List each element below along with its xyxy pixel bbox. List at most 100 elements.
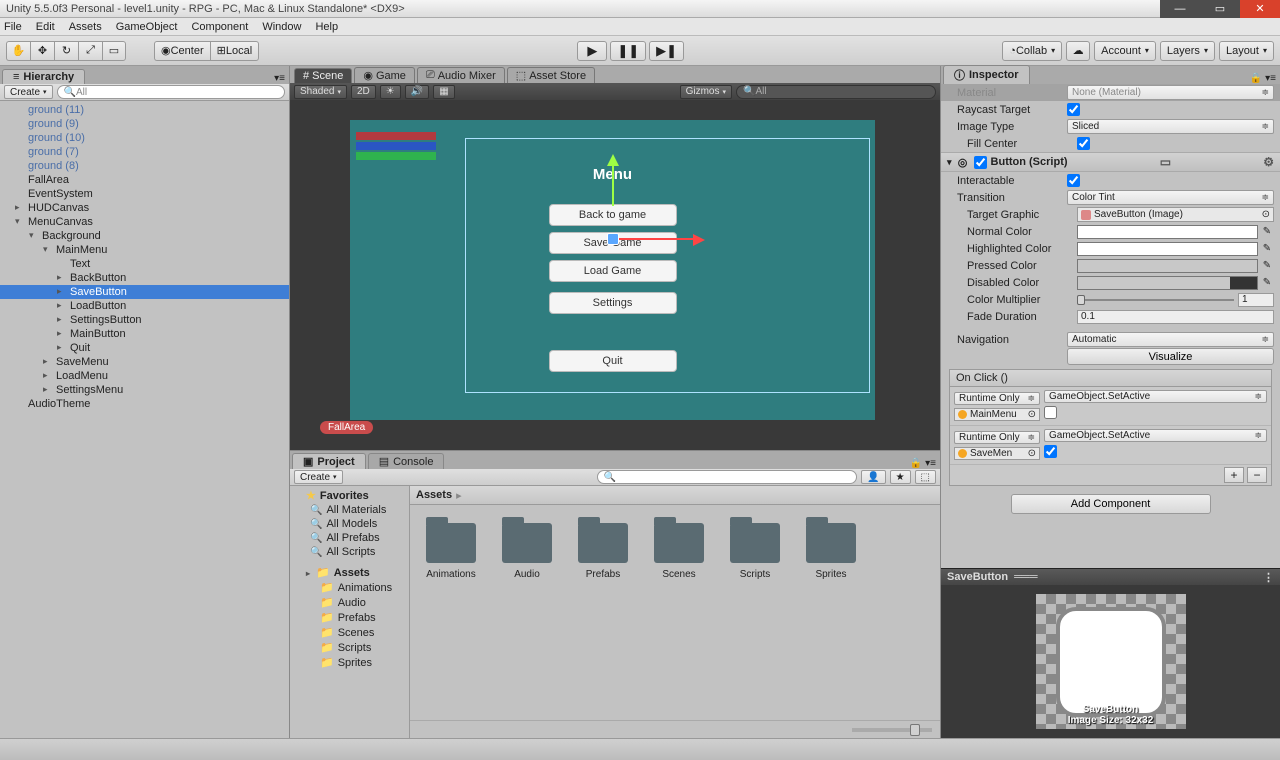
scale-tool[interactable]: ⤢ <box>78 41 102 61</box>
gizmo-y-axis[interactable] <box>612 166 614 206</box>
navigation-select[interactable]: Automatic <box>1067 332 1274 347</box>
assets-tree-item[interactable]: 📁Scenes <box>290 625 409 640</box>
assets-breadcrumb[interactable]: Assets ▸ <box>410 486 940 505</box>
hierarchy-item[interactable]: SaveButton <box>0 285 289 299</box>
tab-audio-mixer[interactable]: ⎚ Audio Mixer <box>417 67 505 83</box>
hierarchy-item[interactable]: Background <box>0 229 289 243</box>
play-button[interactable]: ▶ <box>577 41 607 61</box>
tab-asset-store[interactable]: ⬚ Asset Store <box>507 67 595 83</box>
mode-2d-toggle[interactable]: 2D <box>351 85 376 99</box>
menu-edit[interactable]: Edit <box>36 21 55 33</box>
hierarchy-create[interactable]: Create <box>4 85 53 99</box>
panel-menu-icon[interactable]: 🔒 ▾≡ <box>910 458 936 469</box>
search-filter-1[interactable]: 👤 <box>861 470 885 484</box>
onclick-remove-button[interactable]: − <box>1247 467 1267 483</box>
hierarchy-item[interactable]: MainMenu <box>0 243 289 257</box>
pressed-color-field[interactable] <box>1077 259 1258 273</box>
transition-select[interactable]: Color Tint <box>1067 190 1274 205</box>
scene-view[interactable]: Menu Back to game Save Game Load Game Se… <box>290 100 940 450</box>
maximize-button[interactable]: ▭ <box>1200 0 1240 18</box>
console-tab[interactable]: ▤ Console <box>368 453 445 469</box>
fill-center-checkbox[interactable] <box>1077 137 1090 150</box>
hierarchy-item[interactable]: FallArea <box>0 173 289 187</box>
close-button[interactable]: ✕ <box>1240 0 1280 18</box>
raycast-checkbox[interactable] <box>1067 103 1080 116</box>
assets-root[interactable]: 📁Assets <box>290 565 409 580</box>
preview-title[interactable]: SaveButton ═══⋮ <box>941 569 1280 585</box>
project-tab[interactable]: ▣ Project <box>292 453 366 469</box>
assets-tree-item[interactable]: 📁Scripts <box>290 640 409 655</box>
draw-mode-dropdown[interactable]: Shaded <box>294 85 347 99</box>
project-create[interactable]: Create <box>294 470 343 484</box>
tab-game[interactable]: ◉ Game <box>354 67 415 83</box>
hierarchy-item[interactable]: ground (8) <box>0 159 289 173</box>
cloud-button[interactable]: ☁ <box>1066 41 1090 61</box>
move-tool[interactable]: ✥ <box>30 41 54 61</box>
eyedropper-icon[interactable]: ✎ <box>1260 225 1274 239</box>
icon-size-slider[interactable] <box>852 728 932 732</box>
minimize-button[interactable]: — <box>1160 0 1200 18</box>
assets-tree-item[interactable]: 📁Prefabs <box>290 610 409 625</box>
interactable-checkbox[interactable] <box>1067 174 1080 187</box>
panel-menu-icon[interactable]: ▾≡ <box>274 73 285 84</box>
help-icon[interactable]: ▭ <box>1160 155 1171 169</box>
search-filter-2[interactable]: ★ <box>890 470 911 484</box>
rotate-tool[interactable]: ↻ <box>54 41 78 61</box>
disabled-color-field[interactable] <box>1077 276 1258 290</box>
inspector-content[interactable]: Material None (Material) Raycast Target … <box>941 84 1280 568</box>
assets-tree-item[interactable]: 📁Sprites <box>290 655 409 670</box>
onclick-target-1[interactable]: MainMenu⊙ <box>954 408 1040 421</box>
hierarchy-tab[interactable]: ≡ Hierarchy <box>2 69 85 84</box>
menu-help[interactable]: Help <box>315 21 338 33</box>
assets-tree-item[interactable]: 📁Audio <box>290 595 409 610</box>
audio-toggle[interactable]: 🔊 <box>405 85 429 99</box>
normal-color-field[interactable] <box>1077 225 1258 239</box>
hierarchy-list[interactable]: ground (11)ground (9)ground (10)ground (… <box>0 101 289 738</box>
menu-window[interactable]: Window <box>262 21 301 33</box>
menu-file[interactable]: File <box>4 21 22 33</box>
onclick-target-2[interactable]: SaveMen⊙ <box>954 447 1040 460</box>
gear-icon[interactable]: ⚙ <box>1263 155 1274 169</box>
hierarchy-item[interactable]: LoadButton <box>0 299 289 313</box>
add-component-button[interactable]: Add Component <box>1011 494 1211 514</box>
fav-all-prefabs[interactable]: 🔍All Prefabs <box>290 531 409 545</box>
highlighted-color-field[interactable] <box>1077 242 1258 256</box>
hierarchy-item[interactable]: ground (10) <box>0 131 289 145</box>
gizmo-x-axis[interactable] <box>613 238 701 240</box>
scene-search[interactable]: 🔍All <box>736 85 936 99</box>
menu-assets[interactable]: Assets <box>69 21 102 33</box>
eyedropper-icon[interactable]: ✎ <box>1260 242 1274 256</box>
fav-all-scripts[interactable]: 🔍All Scripts <box>290 545 409 559</box>
fav-all-models[interactable]: 🔍All Models <box>290 517 409 531</box>
fx-toggle[interactable]: ▦ <box>433 85 454 99</box>
hierarchy-item[interactable]: HUDCanvas <box>0 201 289 215</box>
folder-item[interactable]: Sprites <box>806 523 856 580</box>
button-enabled-checkbox[interactable] <box>974 156 987 169</box>
gizmo-y-arrow[interactable] <box>607 148 619 166</box>
eyedropper-icon[interactable]: ✎ <box>1260 259 1274 273</box>
material-field[interactable]: None (Material) <box>1067 85 1274 100</box>
gizmos-dropdown[interactable]: Gizmos <box>680 85 732 99</box>
project-search[interactable]: 🔍 <box>597 470 857 484</box>
runtime-dropdown-1[interactable]: Runtime Only <box>954 392 1040 405</box>
menu-component[interactable]: Component <box>191 21 248 33</box>
fade-duration-field[interactable]: 0.1 <box>1077 310 1274 324</box>
step-button[interactable]: ▶❚ <box>649 41 684 61</box>
runtime-dropdown-2[interactable]: Runtime Only <box>954 431 1040 444</box>
hand-tool[interactable]: ✋ <box>6 41 30 61</box>
project-tree[interactable]: ★Favorites 🔍All Materials 🔍All Models 🔍A… <box>290 486 410 738</box>
hierarchy-item[interactable]: BackButton <box>0 271 289 285</box>
onclick-bool-2[interactable] <box>1044 445 1057 458</box>
hierarchy-item[interactable]: SaveMenu <box>0 355 289 369</box>
favorites-header[interactable]: ★Favorites <box>290 488 409 503</box>
inspector-tab[interactable]: ⓘ Inspector <box>943 65 1030 84</box>
hierarchy-item[interactable]: Quit <box>0 341 289 355</box>
hierarchy-item[interactable]: ground (7) <box>0 145 289 159</box>
eyedropper-icon[interactable]: ✎ <box>1260 276 1274 290</box>
collab-dropdown[interactable]: ◔ Collab <box>1002 41 1062 61</box>
folder-item[interactable]: Audio <box>502 523 552 580</box>
assets-grid[interactable]: AnimationsAudioPrefabsScenesScriptsSprit… <box>410 505 940 720</box>
visualize-button[interactable]: Visualize <box>1067 348 1274 365</box>
image-type-select[interactable]: Sliced <box>1067 119 1274 134</box>
folder-item[interactable]: Animations <box>426 523 476 580</box>
